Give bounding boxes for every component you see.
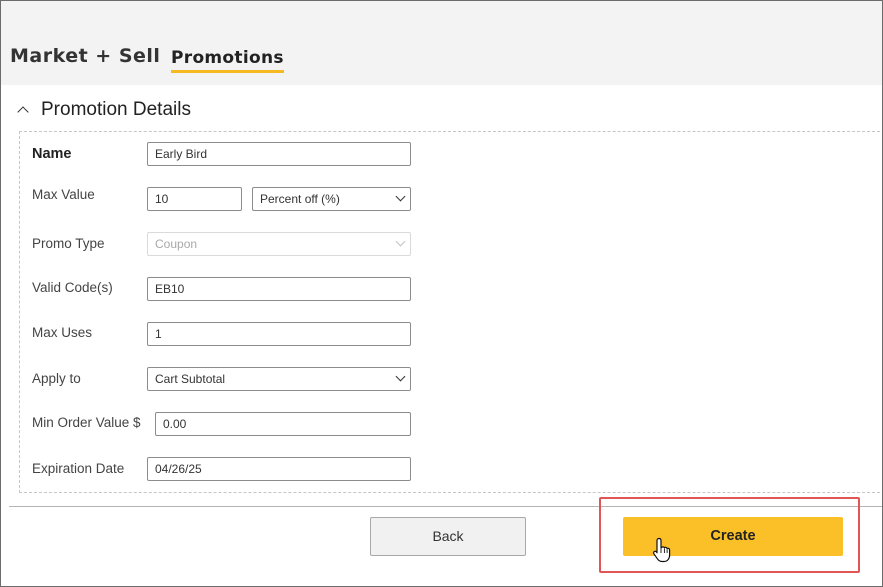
apply-to-label: Apply to	[32, 371, 81, 386]
nav-title: Market + Sell	[10, 45, 161, 67]
valid-codes-input[interactable]: EB10	[147, 277, 411, 301]
tab-promotions[interactable]: Promotions	[171, 48, 284, 73]
valid-codes-label: Valid Code(s)	[32, 280, 113, 295]
hand-cursor-icon	[652, 537, 671, 563]
apply-to-select[interactable]: Cart Subtotal	[147, 367, 411, 391]
chevron-down-icon	[395, 371, 406, 382]
back-button[interactable]: Back	[370, 517, 526, 556]
max-value-label: Max Value	[32, 187, 95, 202]
max-value-input[interactable]: 10	[147, 187, 242, 211]
discount-type-select[interactable]: Percent off (%)	[252, 187, 411, 211]
promotion-panel: Promotion Details Name Early Bird Max Va…	[1, 85, 882, 586]
expiration-date-input[interactable]: 04/26/25	[147, 457, 411, 481]
discount-type-value: Percent off (%)	[260, 192, 340, 206]
section-title: Promotion Details	[41, 99, 191, 120]
promo-type-select: Coupon	[147, 232, 411, 256]
name-label: Name	[32, 146, 72, 162]
chevron-down-icon	[395, 191, 406, 202]
promotion-form: Name Early Bird Max Value 10 Percent off…	[19, 131, 882, 493]
app-window: Market + Sell Promotions Promotion Detai…	[0, 0, 883, 587]
min-order-value-label: Min Order Value $	[32, 415, 141, 430]
min-order-value-input[interactable]: 0.00	[155, 412, 411, 436]
max-uses-input[interactable]: 1	[147, 322, 411, 346]
promo-type-label: Promo Type	[32, 236, 105, 251]
max-uses-label: Max Uses	[32, 325, 93, 340]
expiration-date-label: Expiration Date	[32, 461, 125, 476]
apply-to-value: Cart Subtotal	[155, 372, 226, 386]
chevron-down-icon	[395, 236, 406, 247]
chevron-up-icon[interactable]	[17, 106, 29, 118]
promo-type-value: Coupon	[155, 237, 198, 251]
name-input[interactable]: Early Bird	[147, 142, 411, 166]
top-nav: Market + Sell Promotions	[1, 1, 882, 85]
